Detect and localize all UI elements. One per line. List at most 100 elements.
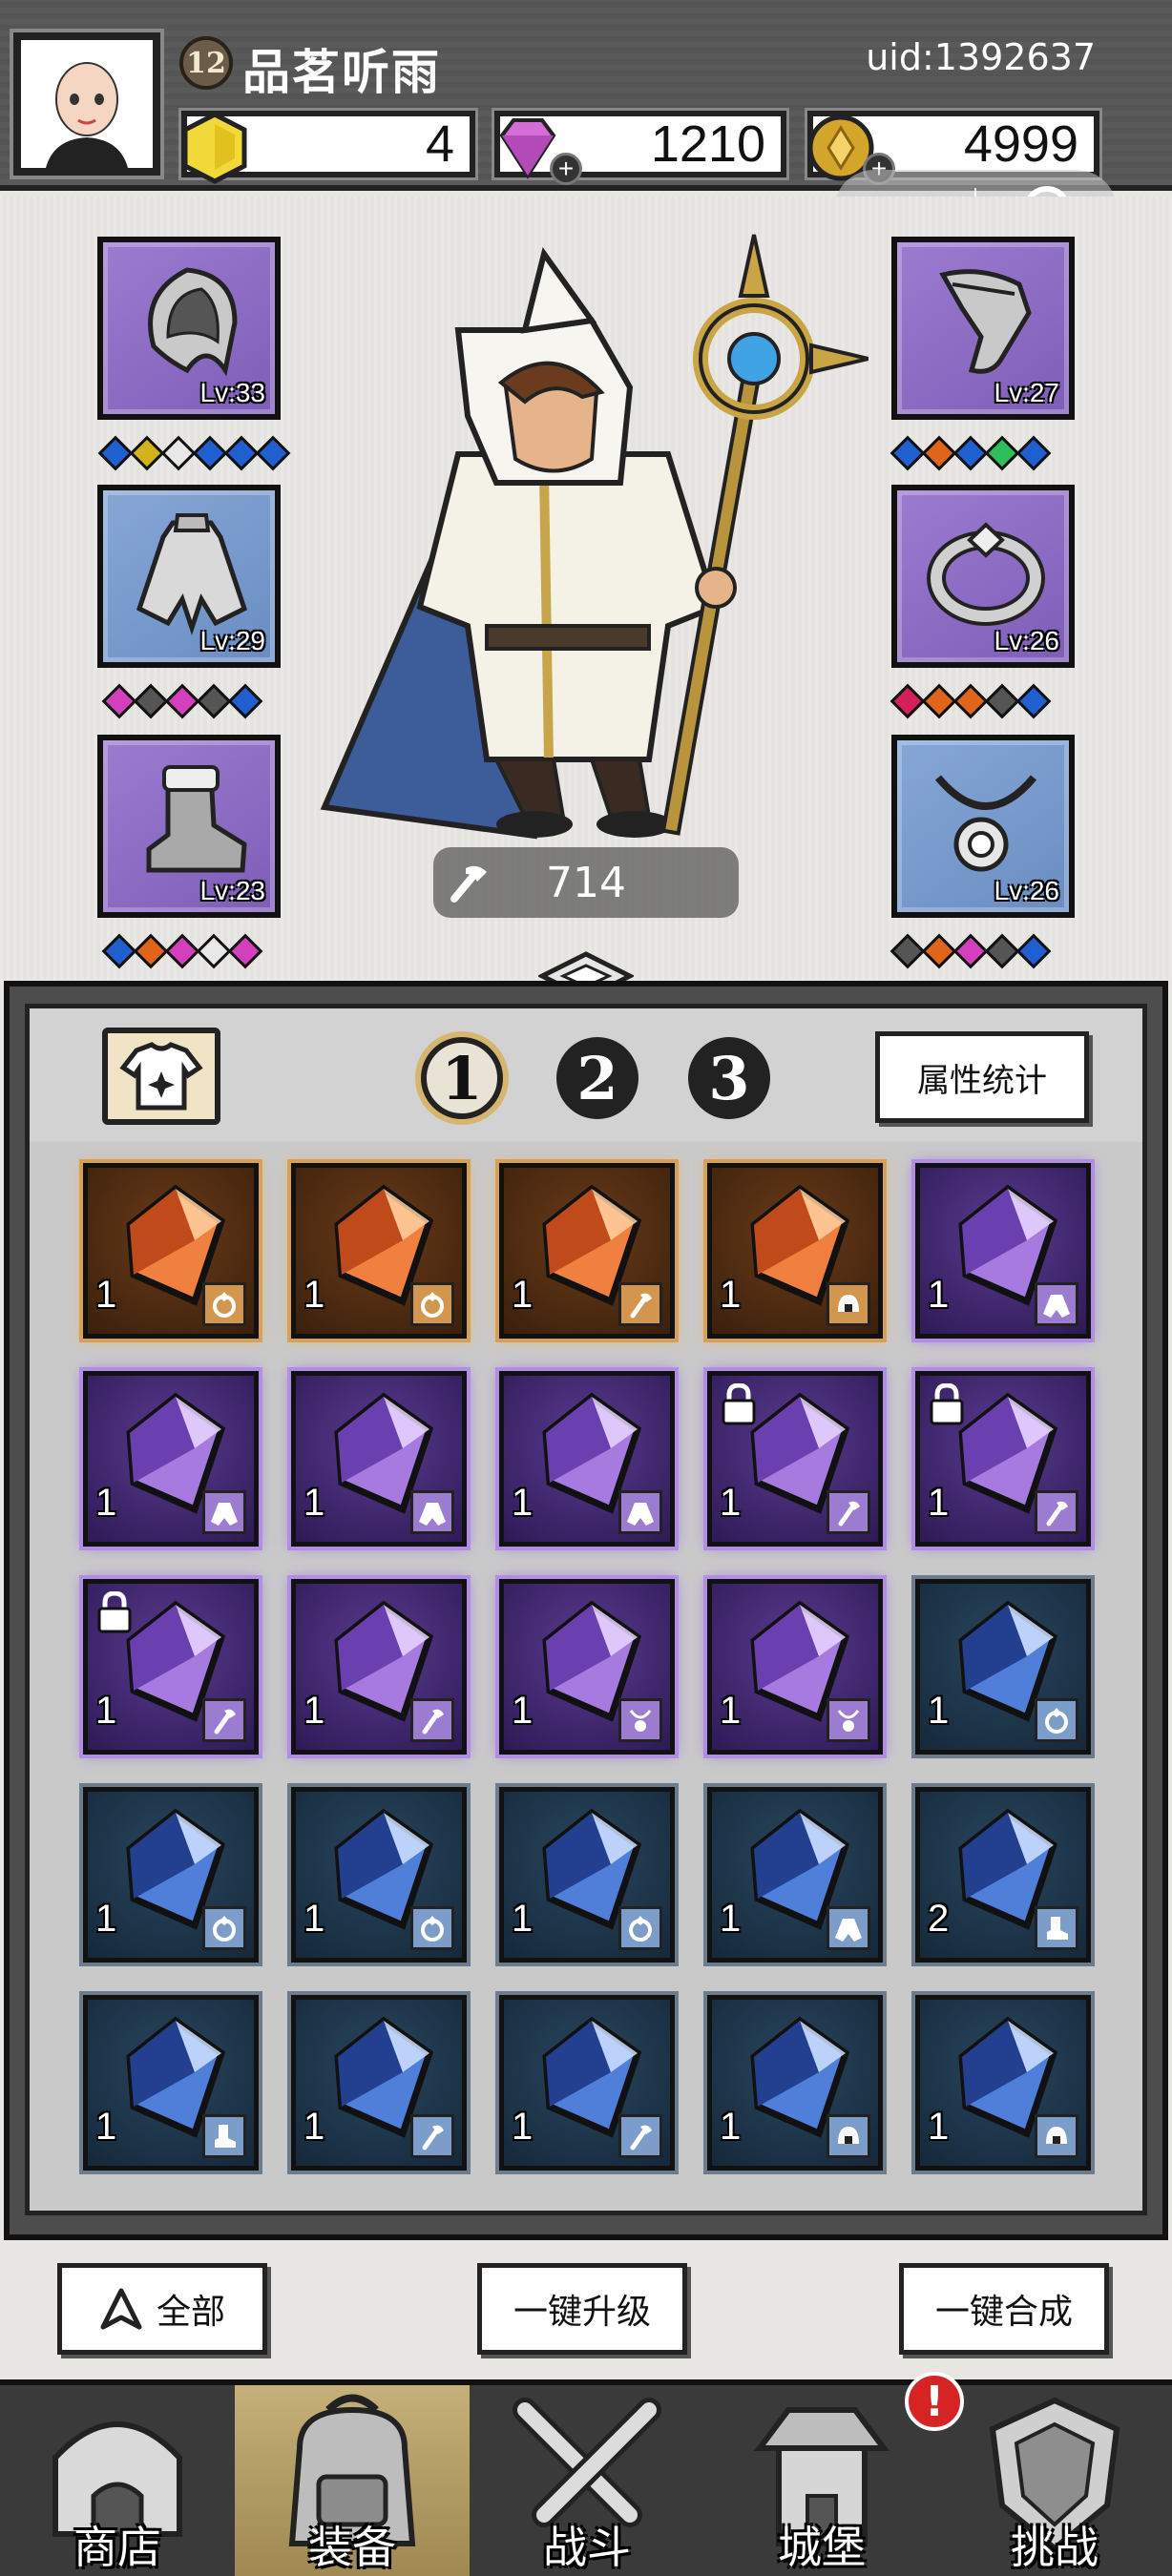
currency-diamond[interactable]: + 1210 [494, 111, 786, 185]
socket-gem-icon [889, 683, 926, 719]
bag-item-cell[interactable]: 1 [83, 1163, 259, 1339]
bag-item-cell[interactable]: 1 [291, 1163, 467, 1339]
bag-item-cell[interactable]: 1 [915, 1163, 1091, 1339]
item-count: 1 [95, 1690, 117, 1732]
attribute-stats-button[interactable]: 属性统计 [875, 1031, 1089, 1123]
bag-item-cell[interactable]: 1 [707, 1371, 883, 1547]
item-count: 1 [512, 1898, 534, 1940]
equip-slot-helmet[interactable]: Lv:33 [97, 237, 281, 420]
item-count: 1 [928, 1482, 950, 1524]
bag-item-cell[interactable]: 1 [707, 1579, 883, 1755]
socket-gem-icon [101, 683, 137, 719]
currency-gold-gem-value: 4 [425, 115, 454, 173]
equip-level: Lv:27 [994, 378, 1060, 407]
nav-battle[interactable]: 战斗 [470, 2385, 704, 2576]
bag-item-cell[interactable]: 1 [707, 1995, 883, 2171]
equip-level: Lv:26 [994, 626, 1060, 655]
bag-item-cell[interactable]: 1 [915, 1995, 1091, 2171]
item-type-armor-icon [202, 1490, 246, 1534]
item-count: 1 [512, 1482, 534, 1524]
socket-gem-icon [227, 683, 263, 719]
item-count: 1 [303, 1274, 325, 1316]
socket-gem-icon [192, 435, 228, 471]
power-hammer-icon [450, 865, 487, 903]
nav-equip[interactable]: 装备 [235, 2385, 470, 2576]
socket-gem-icon [129, 435, 165, 471]
merge-all-button[interactable]: 一键合成 [899, 2263, 1109, 2355]
outfit-filter-button[interactable] [102, 1028, 220, 1125]
socket-gem-icon [133, 933, 169, 969]
bag-toolbar: 1 2 3 属性统计 [30, 1008, 1142, 1142]
item-type-boots-icon [202, 2114, 246, 2158]
item-type-helmet-icon [1035, 2114, 1078, 2158]
bag-item-cell[interactable]: 1 [499, 1371, 675, 1547]
item-count: 1 [95, 1898, 117, 1940]
bag-item-cell[interactable]: 1 [707, 1787, 883, 1963]
equip-level: Lv:23 [199, 876, 266, 905]
bag-item-cell[interactable]: 1 [291, 1995, 467, 2171]
bag-item-cell[interactable]: 1 [707, 1163, 883, 1339]
item-count: 1 [720, 1690, 742, 1732]
boot-icon [146, 765, 247, 873]
lock-icon [722, 1383, 756, 1425]
equip-slot-gloves[interactable]: Lv:27 [891, 237, 1075, 420]
item-count: 1 [512, 1274, 534, 1316]
hero-power-box: 714 [433, 847, 739, 918]
nav-shop-label: 商店 [73, 2522, 161, 2573]
socket-gem-icon [227, 933, 263, 969]
nav-challenge[interactable]: 挑战 [937, 2385, 1172, 2576]
bag-item-cell[interactable]: 1 [291, 1787, 467, 1963]
socket-gem-icon [952, 933, 989, 969]
castle-alert-badge: ! [905, 2372, 964, 2431]
equip-slot-armor[interactable]: Lv:29 [97, 485, 281, 668]
bag-item-cell[interactable]: 1 [83, 1371, 259, 1547]
necklace-icon [934, 775, 1037, 872]
add-diamond-icon[interactable]: + [550, 153, 582, 185]
nav-shop[interactable]: 商店 [0, 2385, 235, 2576]
item-type-weapon-icon [410, 2114, 454, 2158]
equip-slot-boots[interactable]: Lv:23 [97, 735, 281, 918]
bag-item-cell[interactable]: 1 [83, 1787, 259, 1963]
currency-coin[interactable]: + 4999 [807, 111, 1099, 185]
bag-item-cell[interactable]: 1 [499, 1579, 675, 1755]
bag-item-cell[interactable]: 2 [915, 1787, 1091, 1963]
item-type-necklace-icon [827, 1698, 870, 1742]
bag-item-cell[interactable]: 1 [291, 1371, 467, 1547]
equip-slot-ring[interactable]: Lv:26 [891, 485, 1075, 668]
currency-gold-gem[interactable]: 4 [181, 111, 475, 184]
equip-slot-necklace[interactable]: Lv:26 [891, 735, 1075, 918]
bag-tab-2[interactable]: 2 [556, 1037, 638, 1119]
equip-level: Lv:29 [199, 626, 266, 655]
bag-item-cell[interactable]: 1 [499, 1787, 675, 1963]
bag-item-cell[interactable]: 1 [915, 1579, 1091, 1755]
socket-gem-icon [984, 435, 1020, 471]
upgrade-all-button[interactable]: 一键升级 [477, 2263, 687, 2355]
filter-all-button[interactable]: 全部 [57, 2263, 267, 2355]
socket-gem-icon [223, 435, 260, 471]
nav-battle-label: 战斗 [543, 2522, 631, 2573]
bag-item-cell[interactable]: 1 [499, 1163, 675, 1339]
item-type-weapon-icon [618, 2114, 662, 2158]
bag-tab-1[interactable]: 1 [421, 1037, 503, 1119]
bag-item-cell[interactable]: 1 [915, 1371, 1091, 1547]
item-type-ring-icon [618, 1906, 662, 1950]
ring-gems [889, 683, 1052, 719]
top-bar: 12 品茗听雨 uid:1392637 4 + 1210 + 4999 [0, 0, 1172, 191]
nav-castle-label: 城堡 [778, 2522, 866, 2573]
item-type-ring-icon [202, 1906, 246, 1950]
gauntlet-icon [939, 269, 1032, 374]
bag-item-cell[interactable]: 1 [499, 1995, 675, 2171]
socket-gem-icon [889, 933, 926, 969]
bag-item-cell[interactable]: 1 [83, 1995, 259, 2171]
player-avatar[interactable] [13, 32, 160, 176]
helmet-icon [148, 267, 238, 377]
item-count: 1 [720, 1898, 742, 1940]
item-count: 1 [512, 2106, 534, 2148]
gloves-gems [889, 435, 1052, 471]
item-type-ring-icon [1035, 1698, 1078, 1742]
bag-panel: 1 2 3 属性统计 1111111111111111111211111 [4, 981, 1168, 2240]
bag-item-cell[interactable]: 1 [291, 1579, 467, 1755]
bag-tab-3[interactable]: 3 [688, 1037, 770, 1119]
nav-castle[interactable]: 城堡 [704, 2385, 939, 2576]
bag-item-cell[interactable]: 1 [83, 1579, 259, 1755]
